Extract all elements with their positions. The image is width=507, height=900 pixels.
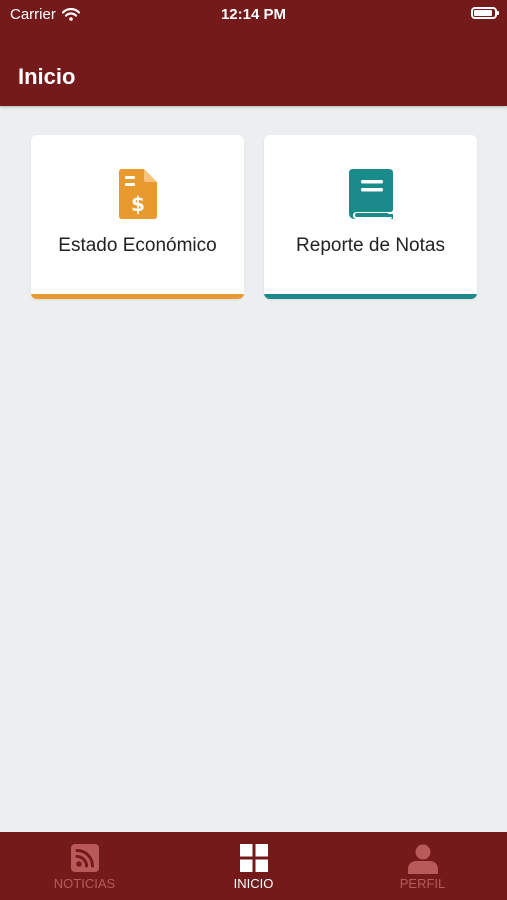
status-time: 12:14 PM bbox=[220, 6, 287, 23]
svg-text:$: $ bbox=[131, 192, 145, 216]
card-accent-bar bbox=[31, 294, 244, 299]
card-label: Estado Económico bbox=[58, 235, 217, 256]
book-icon bbox=[348, 169, 393, 219]
tab-inicio[interactable]: INICIO bbox=[169, 832, 338, 900]
tab-perfil[interactable]: PERFIL bbox=[338, 832, 507, 900]
tab-label: PERFIL bbox=[399, 876, 446, 891]
grid-icon bbox=[239, 844, 268, 872]
battery-icon bbox=[471, 7, 499, 19]
card-label: Reporte de Notas bbox=[296, 235, 445, 256]
user-icon bbox=[407, 844, 438, 874]
invoice-dollar-icon: $ bbox=[118, 169, 157, 219]
tab-label: NOTICIAS bbox=[53, 876, 116, 891]
card-estado-economico[interactable]: $ Estado Económico bbox=[31, 135, 244, 299]
status-bar: Carrier 12:14 PM bbox=[0, 0, 507, 30]
card-reporte-notas[interactable]: Reporte de Notas bbox=[264, 135, 477, 299]
page-title: Inicio bbox=[18, 64, 76, 89]
card-accent-bar bbox=[264, 294, 477, 299]
rss-icon bbox=[70, 844, 99, 872]
app-header: Carrier 12:14 PM Inicio bbox=[0, 0, 507, 106]
tab-label: INICIO bbox=[233, 876, 274, 891]
bottom-tab-bar: NOTICIAS INICIO PERFIL bbox=[0, 832, 507, 900]
tab-noticias[interactable]: NOTICIAS bbox=[0, 832, 169, 900]
